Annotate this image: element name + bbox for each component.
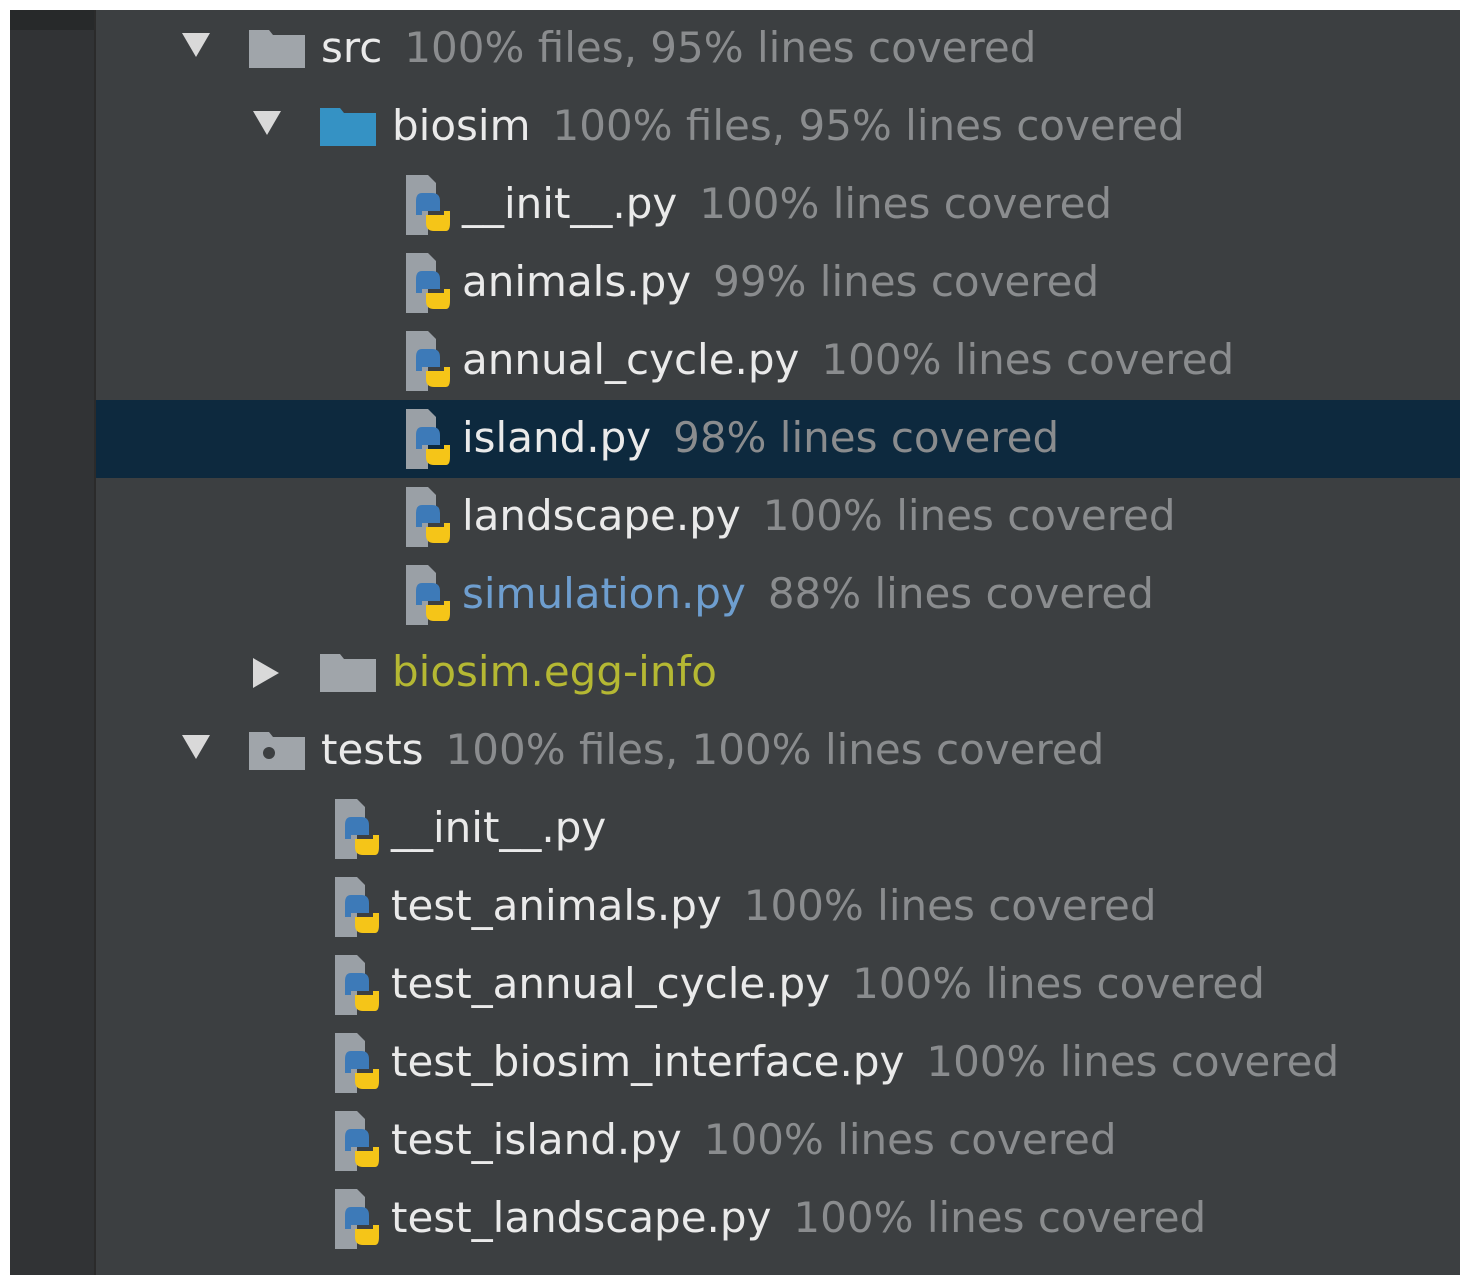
tree-row-src[interactable]: src 100% files, 95% lines covered xyxy=(96,10,1460,88)
python-file-icon xyxy=(335,877,379,937)
tree-row-label: biosim 100% files, 95% lines covered xyxy=(392,101,1185,150)
tree-row-label: landscape.py 100% lines covered xyxy=(462,491,1176,540)
tree-row-label: test_landscape.py 100% lines covered xyxy=(391,1193,1207,1242)
tree-row-file[interactable]: __init__.py xyxy=(96,790,1460,868)
python-file-icon xyxy=(335,955,379,1015)
tree-row-label: test_island.py 100% lines covered xyxy=(391,1115,1117,1164)
collapse-arrow-icon[interactable] xyxy=(253,658,279,688)
tree-row-tests[interactable]: tests 100% files, 100% lines covered xyxy=(96,712,1460,790)
gutter-header xyxy=(10,10,94,30)
tree-row-label: src 100% files, 95% lines covered xyxy=(321,23,1037,72)
folder-icon xyxy=(320,654,376,692)
tree-row-file-modified[interactable]: simulation.py 88% lines covered xyxy=(96,556,1460,634)
tree-row-label: animals.py 99% lines covered xyxy=(462,257,1100,306)
expand-arrow-icon[interactable] xyxy=(253,111,281,135)
folder-icon xyxy=(249,30,305,68)
tree-row-label: test_biosim_interface.py 100% lines cover… xyxy=(391,1037,1340,1086)
python-file-icon xyxy=(406,409,450,469)
tree-row-file[interactable]: test_landscape.py 100% lines covered xyxy=(96,1180,1460,1258)
expand-arrow-icon[interactable] xyxy=(182,33,210,57)
tree-row-file[interactable]: landscape.py 100% lines covered xyxy=(96,478,1460,556)
tree-row-file-selected[interactable]: island.py 98% lines covered xyxy=(96,400,1460,478)
tree-row-file[interactable]: test_biosim_interface.py 100% lines cover… xyxy=(96,1024,1460,1102)
test-folder-icon xyxy=(249,732,305,770)
package-folder-icon xyxy=(320,108,376,146)
tree-row-label: simulation.py 88% lines covered xyxy=(462,569,1154,618)
tree-row-label: biosim.egg-info xyxy=(392,647,717,696)
tree-row-label: tests 100% files, 100% lines covered xyxy=(321,725,1105,774)
tree-row-file[interactable]: animals.py 99% lines covered xyxy=(96,244,1460,322)
tree-row-label: __init__.py 100% lines covered xyxy=(462,179,1113,228)
tree-row-file[interactable]: test_annual_cycle.py 100% lines covered xyxy=(96,946,1460,1024)
python-file-icon xyxy=(406,487,450,547)
python-file-icon xyxy=(335,799,379,859)
tree-row-biosim[interactable]: biosim 100% files, 95% lines covered xyxy=(96,88,1460,166)
tree-row-label: annual_cycle.py 100% lines covered xyxy=(462,335,1235,384)
tree-row-egg-info[interactable]: biosim.egg-info xyxy=(96,634,1460,712)
tree-row-label: island.py 98% lines covered xyxy=(462,413,1060,462)
tree-row-label: test_animals.py 100% lines covered xyxy=(391,881,1157,930)
tree-row-file[interactable]: test_island.py 100% lines covered xyxy=(96,1102,1460,1180)
python-file-icon xyxy=(335,1111,379,1171)
python-file-icon xyxy=(406,565,450,625)
tree-row-file[interactable]: __init__.py 100% lines covered xyxy=(96,166,1460,244)
python-file-icon xyxy=(335,1189,379,1249)
tree-row-label: __init__.py xyxy=(391,803,607,852)
python-file-icon xyxy=(406,253,450,313)
project-tree-panel: src 100% files, 95% lines covered biosim 1… xyxy=(10,10,1460,1275)
tree-row-label: test_annual_cycle.py 100% lines covered xyxy=(391,959,1265,1008)
python-file-icon xyxy=(406,175,450,235)
python-file-icon xyxy=(335,1033,379,1093)
tool-window-gutter xyxy=(10,10,96,1275)
tree-row-file[interactable]: test_animals.py 100% lines covered xyxy=(96,868,1460,946)
tree-row-file[interactable]: annual_cycle.py 100% lines covered xyxy=(96,322,1460,400)
python-file-icon xyxy=(406,331,450,391)
expand-arrow-icon[interactable] xyxy=(182,735,210,759)
